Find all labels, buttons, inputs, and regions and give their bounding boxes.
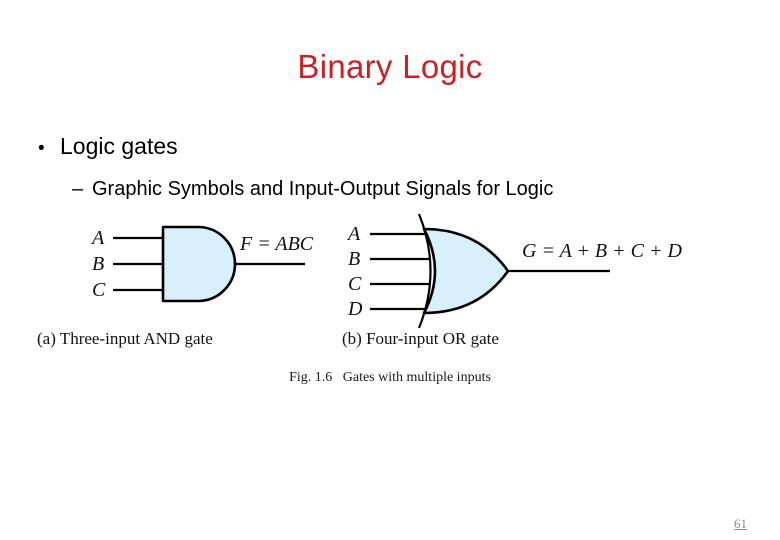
and-output-expression: F = ABC [239, 233, 314, 255]
slide-canvas: Binary Logic • Logic gates – Graphic Sym… [0, 0, 780, 540]
bullet-marker-icon: • [38, 138, 45, 159]
or-gate-sub-caption: (b) Four-input OR gate [342, 329, 499, 348]
page-title: Binary Logic [297, 48, 483, 85]
and-input-label-b: B [92, 253, 104, 275]
and-input-label-c: C [92, 279, 106, 301]
and-input-label-a: A [90, 227, 105, 249]
and-gate-body [161, 225, 237, 303]
bullet-level2-label: Graphic Symbols and Input-Output Signals… [92, 178, 554, 200]
bullet-level2: – Graphic Symbols and Input-Output Signa… [72, 178, 553, 201]
or-gate-diagram: A B C D G = A + B + C + D (b) Four-input… [342, 213, 682, 348]
bullet-level1-label: Logic gates [60, 133, 178, 159]
or-gate-body [422, 227, 510, 315]
and-gate-diagram: A B C F = ABC (a) Three-input AND gate [37, 225, 314, 348]
figure-caption: Fig. 1.6 Gates with multiple inputs [289, 370, 491, 385]
and-gate-sub-caption: (a) Three-input AND gate [37, 329, 213, 348]
bullet-level1: • Logic gates [38, 133, 178, 160]
or-output-expression: G = A + B + C + D [522, 240, 682, 262]
or-input-label-d: D [347, 298, 363, 320]
page-number: 61 [734, 516, 747, 531]
or-input-label-c: C [348, 273, 362, 295]
or-input-label-b: B [348, 248, 360, 270]
bullet-dash-icon: – [72, 178, 84, 200]
or-input-label-a: A [346, 223, 361, 245]
